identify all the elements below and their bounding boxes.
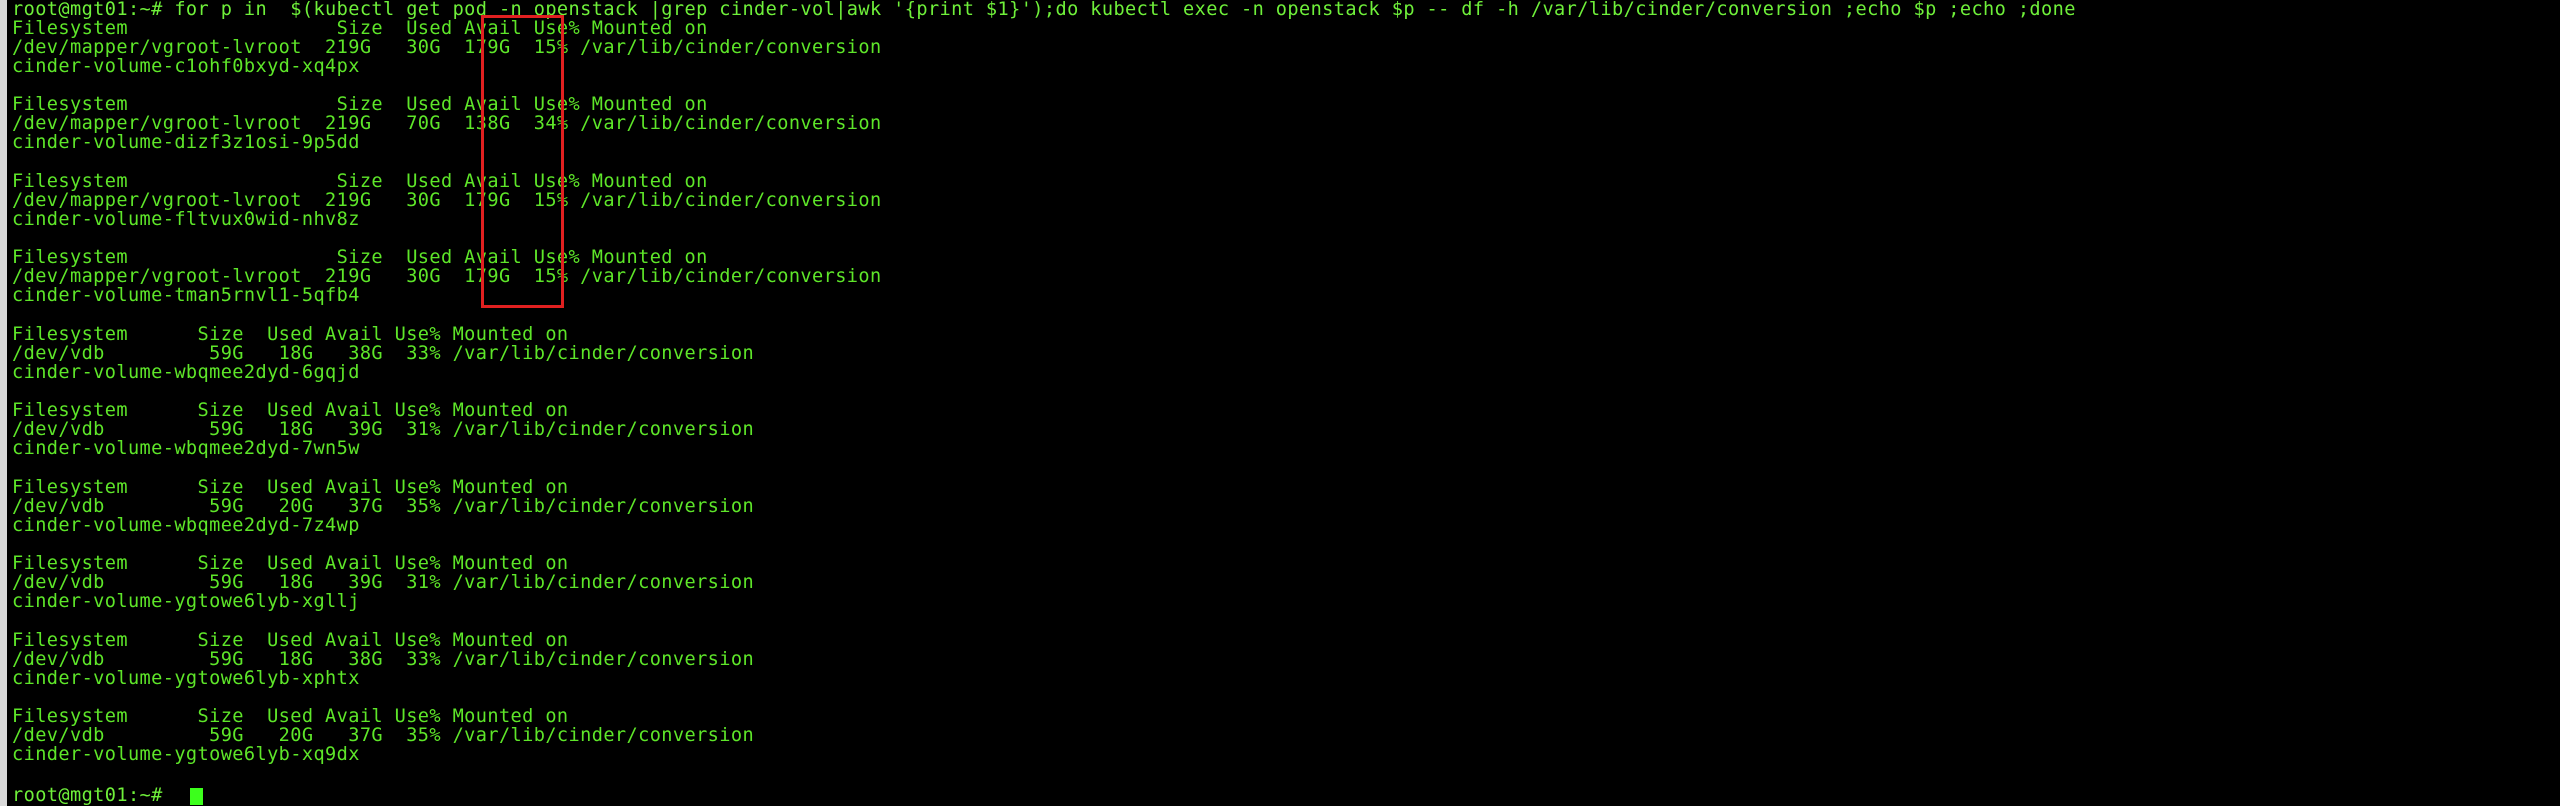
output-line: Filesystem Size Used Avail Use% Mounted … <box>12 553 569 574</box>
output-line: Filesystem Size Used Avail Use% Mounted … <box>12 94 708 115</box>
output-line: /dev/mapper/vgroot-lvroot 219G 70G 138G … <box>12 113 882 134</box>
output-line: Filesystem Size Used Avail Use% Mounted … <box>12 477 569 498</box>
output-line: Filesystem Size Used Avail Use% Mounted … <box>12 171 708 192</box>
command-line: root@mgt01:~# for p in $(kubectl get pod… <box>12 0 2076 20</box>
output-line: cinder-volume-wbqmee2dyd-7wn5w <box>12 438 360 459</box>
output-line: /dev/vdb 59G 18G 38G 33% /var/lib/cinder… <box>12 649 755 670</box>
output-line: /dev/mapper/vgroot-lvroot 219G 30G 179G … <box>12 266 882 287</box>
output-line: cinder-volume-fltvux0wid-nhv8z <box>12 209 360 230</box>
shell-prompt[interactable]: root@mgt01:~# <box>12 786 174 805</box>
output-line: /dev/vdb 59G 18G 39G 31% /var/lib/cinder… <box>12 572 755 593</box>
output-line: /dev/mapper/vgroot-lvroot 219G 30G 179G … <box>12 190 882 211</box>
output-line: Filesystem Size Used Avail Use% Mounted … <box>12 247 708 268</box>
output-line: /dev/mapper/vgroot-lvroot 219G 30G 179G … <box>12 37 882 58</box>
output-line: /dev/vdb 59G 20G 37G 35% /var/lib/cinder… <box>12 725 755 746</box>
output-line: Filesystem Size Used Avail Use% Mounted … <box>12 400 569 421</box>
output-line: cinder-volume-ygtowe6lyb-xq9dx <box>12 744 360 765</box>
output-line: cinder-volume-c1ohf0bxyd-xq4px <box>12 56 360 77</box>
output-line: /dev/vdb 59G 20G 37G 35% /var/lib/cinder… <box>12 496 755 517</box>
output-line: cinder-volume-wbqmee2dyd-7z4wp <box>12 515 360 536</box>
output-line: /dev/vdb 59G 18G 39G 31% /var/lib/cinder… <box>12 419 755 440</box>
output-line: Filesystem Size Used Avail Use% Mounted … <box>12 630 569 651</box>
output-line: cinder-volume-dizf3z1osi-9p5dd <box>12 132 360 153</box>
avail-column-highlight-box <box>481 15 564 308</box>
output-line: Filesystem Size Used Avail Use% Mounted … <box>12 324 569 345</box>
output-line: Filesystem Size Used Avail Use% Mounted … <box>12 706 569 727</box>
output-line: cinder-volume-ygtowe6lyb-xgllj <box>12 591 360 612</box>
output-line: cinder-volume-tman5rnvl1-5qfb4 <box>12 285 360 306</box>
output-line: cinder-volume-ygtowe6lyb-xphtx <box>12 668 360 689</box>
output-line: /dev/vdb 59G 18G 38G 33% /var/lib/cinder… <box>12 343 755 364</box>
output-line: Filesystem Size Used Avail Use% Mounted … <box>12 18 708 39</box>
terminal-window[interactable]: root@mgt01:~# for p in $(kubectl get pod… <box>0 0 2560 806</box>
text-cursor <box>190 788 203 805</box>
output-line: cinder-volume-wbqmee2dyd-6gqjd <box>12 362 360 383</box>
